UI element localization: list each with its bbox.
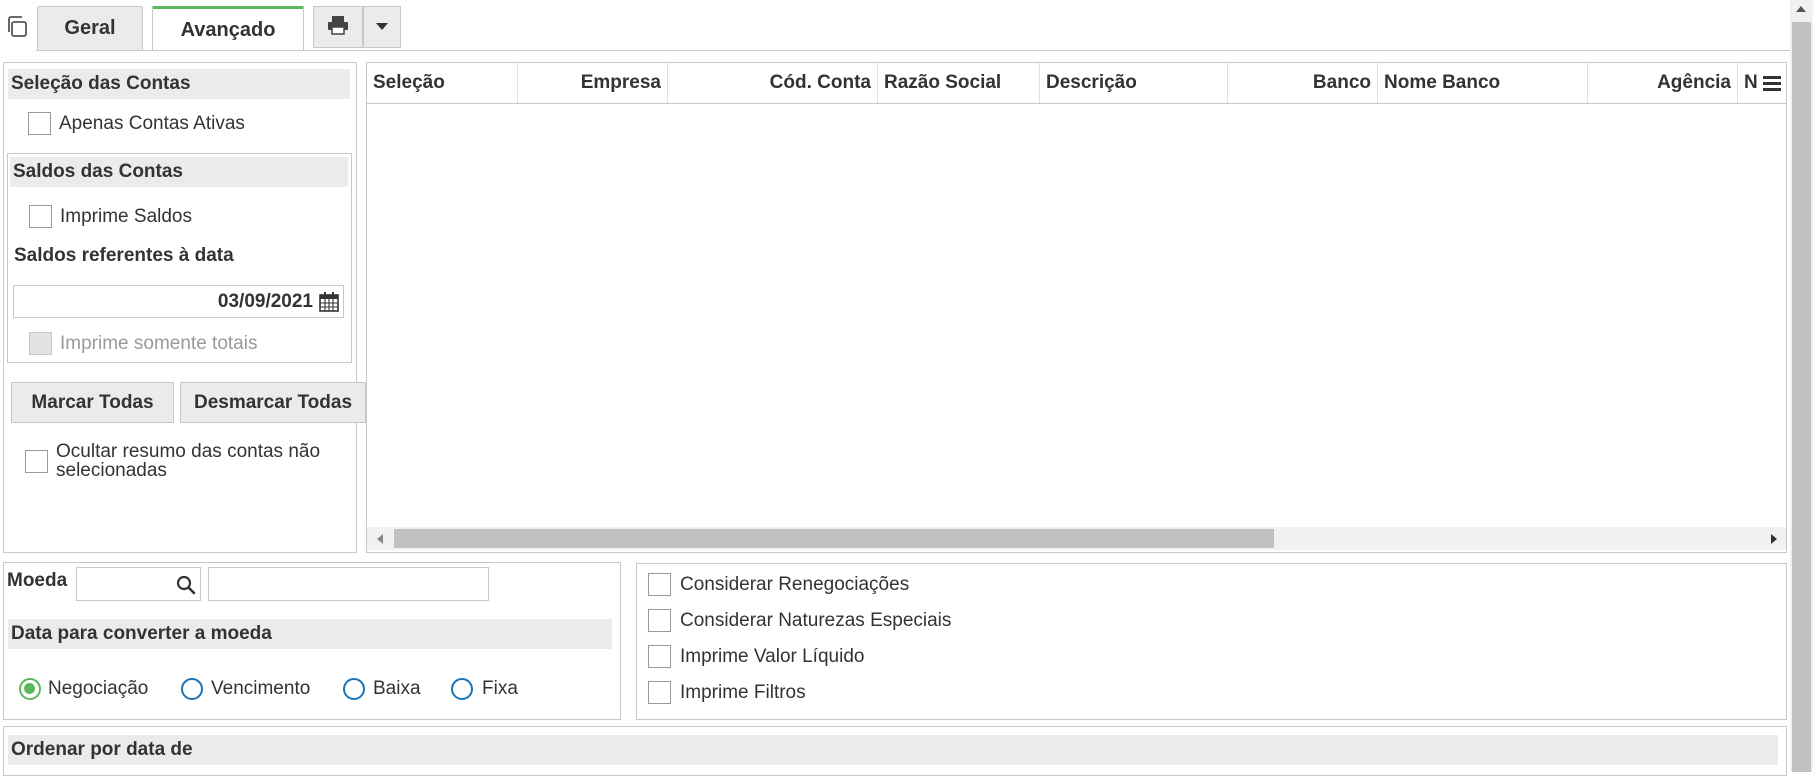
scroll-left-arrow[interactable] xyxy=(377,534,383,544)
tab-avancado[interactable]: Avançado xyxy=(152,6,304,51)
contas-grid: Seleção Empresa Cód. Conta Razão Social … xyxy=(366,62,1787,553)
imprime-saldos-label: Imprime Saldos xyxy=(60,206,192,227)
radio-baixa-label: Baixa xyxy=(373,678,421,699)
column-cod-conta[interactable]: Cód. Conta xyxy=(668,63,878,103)
radio-negociacao[interactable] xyxy=(19,678,41,700)
page-vertical-scrollbar[interactable] xyxy=(1790,0,1813,772)
print-button[interactable] xyxy=(313,6,363,48)
radio-vencimento-label: Vencimento xyxy=(211,678,311,699)
scroll-right-arrow[interactable] xyxy=(1771,534,1777,544)
radio-fixa[interactable] xyxy=(451,678,473,700)
moeda-label: Moeda xyxy=(7,570,68,591)
imprime-filtros-checkbox[interactable] xyxy=(648,681,671,704)
considerar-renegociacoes-checkbox[interactable] xyxy=(648,573,671,596)
printer-icon xyxy=(327,15,349,40)
scroll-thumb[interactable] xyxy=(394,529,1274,548)
ocultar-resumo-checkbox[interactable] xyxy=(25,450,48,473)
scroll-up-arrow[interactable] xyxy=(1796,6,1806,12)
imprime-valor-liquido-label: Imprime Valor Líquido xyxy=(680,646,865,667)
caret-down-icon xyxy=(376,18,388,36)
column-empresa[interactable]: Empresa xyxy=(518,63,668,103)
saldos-data-label: Saldos referentes à data xyxy=(14,245,234,266)
copy-icon[interactable] xyxy=(4,14,30,40)
vertical-scroll-thumb[interactable] xyxy=(1792,22,1811,772)
imprime-saldos-checkbox[interactable] xyxy=(29,205,52,228)
apenas-contas-ativas-label: Apenas Contas Ativas xyxy=(59,113,245,134)
moeda-description-input[interactable] xyxy=(208,567,489,601)
grid-header: Seleção Empresa Cód. Conta Razão Social … xyxy=(367,63,1786,104)
radio-negociacao-label: Negociação xyxy=(48,678,149,699)
tab-divider xyxy=(36,50,1790,51)
tab-geral[interactable]: Geral xyxy=(37,6,143,50)
calendar-icon[interactable] xyxy=(319,292,339,317)
saldos-data-field[interactable]: 03/09/2021 xyxy=(13,285,344,318)
ordenar-por-data-title: Ordenar por data de xyxy=(8,735,1778,765)
grid-horizontal-scrollbar[interactable] xyxy=(367,527,1786,550)
saldos-contas-title: Saldos das Contas xyxy=(10,157,348,187)
selecao-contas-title: Seleção das Contas xyxy=(8,69,350,99)
column-n[interactable]: N xyxy=(1738,63,1760,103)
ocultar-resumo-label: Ocultar resumo das contas não selecionad… xyxy=(56,441,321,481)
radio-baixa[interactable] xyxy=(343,678,365,700)
imprime-somente-totais-checkbox xyxy=(29,332,52,355)
considerar-renegociacoes-label: Considerar Renegociações xyxy=(680,574,910,595)
imprime-somente-totais-label: Imprime somente totais xyxy=(60,333,258,354)
considerar-naturezas-checkbox[interactable] xyxy=(648,609,671,632)
column-razao-social[interactable]: Razão Social xyxy=(878,63,1040,103)
desmarcar-todas-button[interactable]: Desmarcar Todas xyxy=(180,382,366,423)
search-icon[interactable] xyxy=(176,575,196,600)
considerar-naturezas-label: Considerar Naturezas Especiais xyxy=(680,610,952,631)
radio-fixa-label: Fixa xyxy=(482,678,518,699)
column-selecao[interactable]: Seleção xyxy=(367,63,518,103)
menu-icon[interactable] xyxy=(1762,74,1782,92)
imprime-valor-liquido-checkbox[interactable] xyxy=(648,645,671,668)
column-descricao[interactable]: Descrição xyxy=(1040,63,1228,103)
data-converter-moeda-title: Data para converter a moeda xyxy=(8,619,612,649)
column-agencia[interactable]: Agência xyxy=(1588,63,1738,103)
marcar-todas-button[interactable]: Marcar Todas xyxy=(11,382,174,423)
imprime-filtros-label: Imprime Filtros xyxy=(680,682,806,703)
apenas-contas-ativas-checkbox[interactable] xyxy=(28,112,51,135)
column-banco[interactable]: Banco xyxy=(1228,63,1378,103)
moeda-code-input[interactable] xyxy=(76,567,201,601)
print-options-dropdown[interactable] xyxy=(363,6,401,48)
saldos-data-value: 03/09/2021 xyxy=(217,291,313,312)
column-nome-banco[interactable]: Nome Banco xyxy=(1378,63,1588,103)
radio-vencimento[interactable] xyxy=(181,678,203,700)
